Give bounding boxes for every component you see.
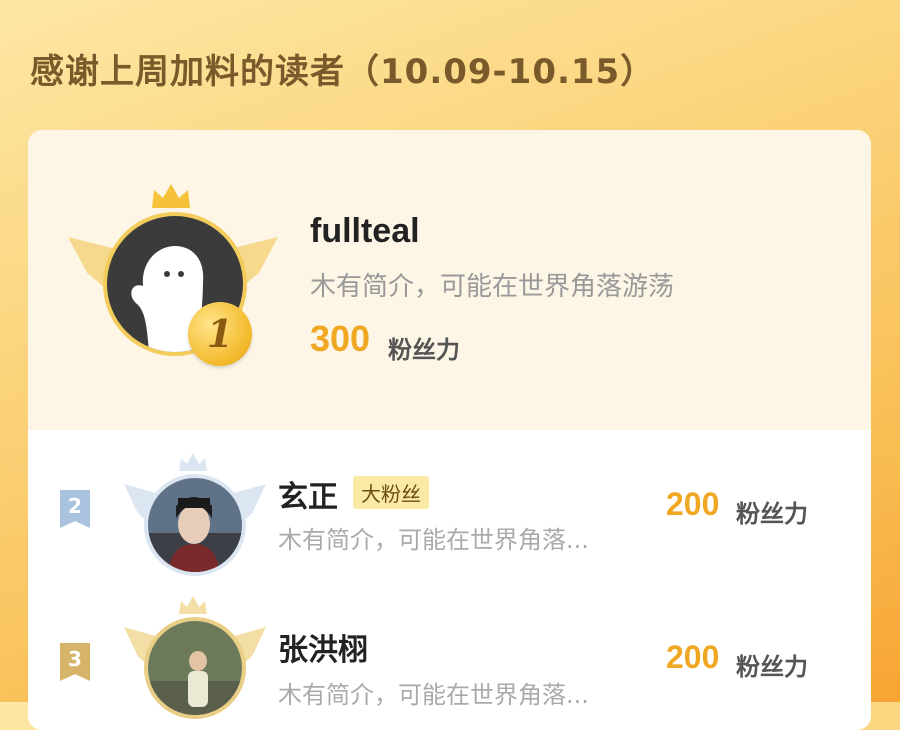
avatar[interactable] xyxy=(144,617,246,719)
list-item[interactable]: 3 张洪栩 木有简介，可能在世界角落... 200 粉丝力 xyxy=(28,595,871,730)
fan-power-unit: 粉丝力 xyxy=(736,653,808,681)
list-item[interactable]: 2 玄正 大粉丝 木有简介，可能在世界角落... 200 粉丝力 xyxy=(28,440,871,590)
top-reader-avatar-frame: 1 xyxy=(68,182,278,382)
user-photo-icon xyxy=(148,621,242,715)
page-title: 感谢上周加料的读者（10.09-10.15） xyxy=(30,52,656,92)
crown-icon xyxy=(152,184,190,208)
fan-level-badge: 大粉丝 xyxy=(353,476,429,509)
reader-ranking-card: 1 fullteal 木有简介，可能在世界角落游荡 300 粉丝力 2 玄正 大… xyxy=(28,130,871,730)
reader-bio: 木有简介，可能在世界角落... xyxy=(278,681,589,709)
avatar[interactable] xyxy=(144,474,246,576)
fan-power-score: 200 xyxy=(666,639,720,675)
fan-power-unit: 粉丝力 xyxy=(388,336,460,364)
reader-avatar-frame xyxy=(120,595,270,730)
reader-name[interactable]: 张洪栩 xyxy=(278,625,368,669)
fan-power-unit: 粉丝力 xyxy=(736,500,808,528)
top-reader-section[interactable]: 1 fullteal 木有简介，可能在世界角落游荡 300 粉丝力 xyxy=(28,130,871,430)
fan-power-score: 200 xyxy=(666,486,720,522)
rank-medal: 1 xyxy=(188,302,252,366)
reader-avatar-frame xyxy=(120,452,270,592)
reader-name[interactable]: fullteal xyxy=(310,212,420,251)
fan-power-score: 300 xyxy=(310,318,371,359)
reader-bio: 木有简介，可能在世界角落游荡 xyxy=(310,272,675,302)
crown-icon xyxy=(179,453,207,471)
crown-icon xyxy=(179,596,207,614)
reader-name[interactable]: 玄正 xyxy=(278,472,338,516)
rank-flag: 2 xyxy=(60,490,90,528)
rank-flag: 3 xyxy=(60,643,90,681)
user-photo-icon xyxy=(148,478,242,572)
reader-bio: 木有简介，可能在世界角落... xyxy=(278,526,589,554)
